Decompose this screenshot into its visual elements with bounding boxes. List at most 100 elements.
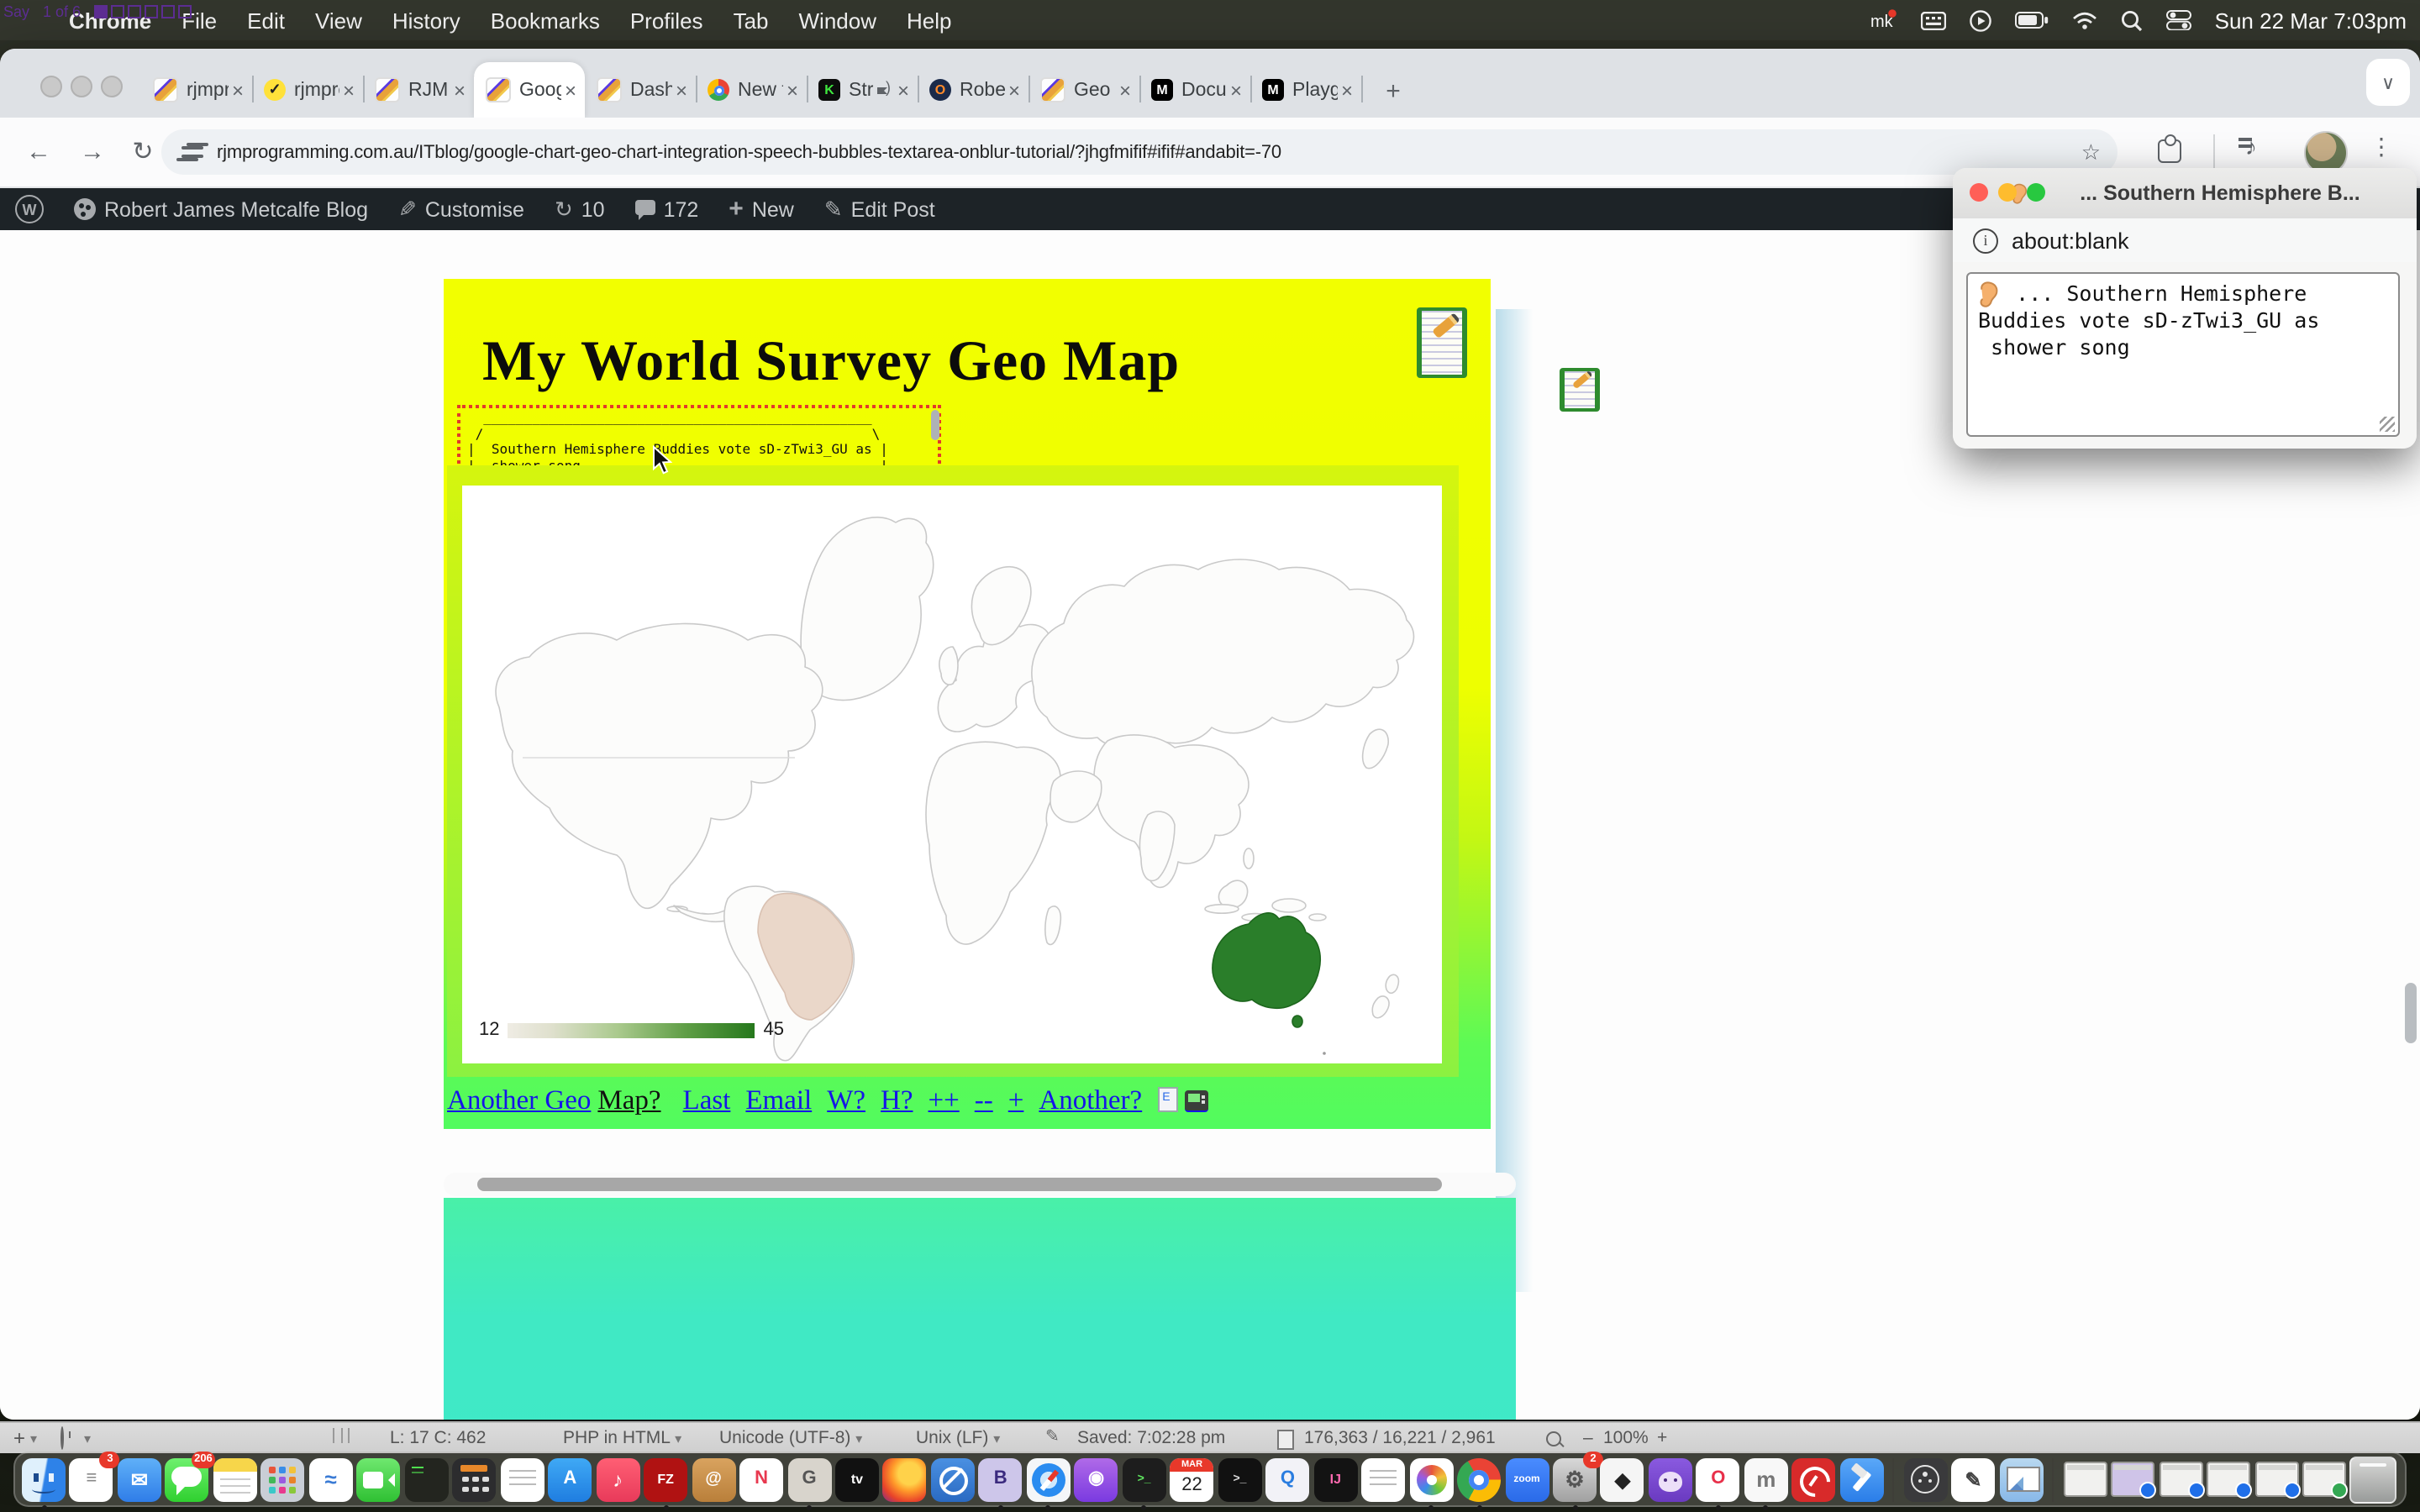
popup-textarea[interactable]: ... Southern Hemisphere Buddies vote sD-… — [1966, 272, 2400, 437]
wp-logo-menu[interactable]: W — [0, 188, 59, 230]
tab-playground[interactable]: MPlaygr× — [1250, 62, 1361, 118]
menu-window[interactable]: Window — [784, 8, 892, 33]
wp-edit-post[interactable]: ✎Edit Post — [809, 188, 950, 230]
zoom-out-button[interactable]: – — [1583, 1428, 1593, 1448]
close-tab-icon[interactable]: × — [1230, 78, 1242, 102]
dock-photo-viewer[interactable] — [1999, 1457, 2043, 1501]
dock-dark-utility[interactable] — [405, 1457, 449, 1501]
dock-launchpad[interactable] — [261, 1457, 305, 1501]
history-clock-icon[interactable] — [60, 1428, 64, 1448]
dock-stickies-notes[interactable]: ✎ — [1951, 1457, 1995, 1501]
dock-xcode[interactable] — [1840, 1457, 1884, 1501]
dock-music[interactable]: ♪ — [596, 1457, 639, 1501]
link-w[interactable]: W? — [827, 1084, 865, 1116]
dock-terminal-alt[interactable]: >_ — [1123, 1457, 1166, 1501]
tab-new-tab[interactable]: New ta× — [696, 62, 807, 118]
minimize-window-button[interactable] — [71, 76, 92, 97]
address-bar[interactable]: rjmprogramming.com.au/ITblog/google-char… — [161, 129, 2118, 175]
info-icon[interactable]: i — [1973, 228, 1998, 253]
dock-system-settings[interactable]: ⚙2 — [1553, 1457, 1597, 1501]
play-icon[interactable] — [1970, 9, 1991, 31]
dock-window-finder-3[interactable] — [2254, 1462, 2298, 1497]
tv-icon[interactable] — [1184, 1090, 1207, 1112]
wifi-icon[interactable] — [2072, 11, 2097, 29]
zoom-in-button[interactable]: + — [1657, 1428, 1667, 1448]
close-tab-icon[interactable]: × — [897, 78, 909, 102]
world-geo-map[interactable]: 12 45 — [462, 486, 1442, 1063]
close-tab-icon[interactable]: × — [1119, 78, 1131, 102]
wp-comments[interactable]: 172 — [620, 188, 714, 230]
dock-news[interactable]: N — [739, 1457, 783, 1501]
dock-contacts[interactable]: @ — [692, 1457, 735, 1501]
close-tab-icon[interactable]: × — [676, 78, 687, 102]
dock-accessibility[interactable] — [1904, 1457, 1948, 1501]
link-plusplus[interactable]: ++ — [929, 1084, 960, 1116]
magnifier-icon[interactable] — [1546, 1431, 1561, 1452]
dock-chrome[interactable] — [1457, 1457, 1501, 1501]
tab-robert[interactable]: ORobert× — [918, 62, 1028, 118]
dock-gauge-app[interactable] — [1792, 1457, 1836, 1501]
dock-facetime[interactable] — [357, 1457, 401, 1501]
dock-calculator[interactable] — [452, 1457, 496, 1501]
tab-geo-map[interactable]: Geo Ma× — [1028, 62, 1139, 118]
dock-window-document[interactable] — [2063, 1462, 2107, 1497]
keyboard-icon[interactable] — [1921, 11, 1946, 29]
close-tab-icon[interactable]: × — [343, 78, 355, 102]
media-controls-icon[interactable]: ♪ — [2245, 133, 2257, 160]
tab-rjmprogramming-1[interactable]: rjmprog× — [141, 62, 252, 118]
menu-profiles[interactable]: Profiles — [615, 8, 718, 33]
dock-pixel-art-app[interactable] — [1409, 1457, 1453, 1501]
dock-mamp[interactable]: m — [1744, 1457, 1788, 1501]
close-window-button[interactable] — [40, 76, 62, 97]
link-minusminus[interactable]: -- — [975, 1084, 993, 1116]
popup-minimize-button[interactable] — [1998, 183, 2017, 202]
spotlight-icon[interactable] — [2121, 9, 2143, 31]
horizontal-scrollbar-thumb[interactable] — [477, 1178, 1442, 1191]
textarea-resize-grip[interactable] — [2380, 417, 2395, 432]
popup-address-row[interactable]: i about:blank — [1953, 218, 2417, 264]
textarea-scrollbar-thumb[interactable] — [931, 410, 939, 440]
menu-clock[interactable]: Sun 22 Mar 7:03pm — [2215, 8, 2407, 33]
add-scope-button[interactable]: + — [13, 1426, 25, 1450]
bookmark-star-icon[interactable]: ☆ — [2081, 139, 2101, 165]
close-tab-icon[interactable]: × — [232, 78, 244, 102]
close-tab-icon[interactable]: × — [786, 78, 798, 102]
reload-button[interactable]: ↻ — [124, 133, 161, 170]
menu-history[interactable]: History — [377, 8, 476, 33]
battery-icon[interactable] — [2015, 12, 2049, 29]
dock-firefox[interactable] — [883, 1457, 927, 1501]
popup-zoom-button[interactable] — [2027, 183, 2045, 202]
close-tab-icon[interactable]: × — [1008, 78, 1020, 102]
wp-site-menu[interactable]: Robert James Metcalfe Blog — [59, 188, 383, 230]
page-scrollbar-thumb[interactable] — [2405, 983, 2417, 1043]
popup-title-bar[interactable]: ... Southern Hemisphere B... — [1953, 168, 2417, 220]
link-last[interactable]: Last — [683, 1084, 731, 1116]
dock-mail[interactable]: ✉ — [118, 1457, 161, 1501]
menu-tab[interactable]: Tab — [718, 8, 784, 33]
site-settings-icon[interactable] — [182, 143, 203, 161]
new-tab-button[interactable]: + — [1375, 72, 1412, 109]
mk-icon[interactable]: mk — [1870, 8, 1897, 32]
menu-view[interactable]: View — [300, 8, 377, 33]
dock-safari[interactable] — [1027, 1457, 1071, 1501]
menu-edit[interactable]: Edit — [232, 8, 300, 33]
dock-calendar[interactable]: MAR22 — [1171, 1457, 1214, 1501]
menu-help[interactable]: Help — [892, 8, 967, 33]
close-tab-icon[interactable]: × — [454, 78, 466, 102]
control-center-icon[interactable] — [2166, 10, 2191, 30]
dock-window-finder-1[interactable] — [2159, 1462, 2202, 1497]
link-h[interactable]: H? — [881, 1084, 913, 1116]
dock-cat-app[interactable] — [1649, 1457, 1692, 1501]
dock-window-purple[interactable] — [2111, 1462, 2154, 1497]
back-button[interactable]: ← — [20, 133, 57, 170]
dock-window-chrome[interactable] — [2302, 1462, 2346, 1497]
dock-filezilla[interactable]: FZ — [644, 1457, 687, 1501]
extensions-puzzle-icon[interactable] — [2158, 139, 2181, 163]
wp-customise[interactable]: ✎Customise — [383, 188, 539, 230]
dock-opera[interactable]: O — [1697, 1457, 1740, 1501]
language-selector[interactable]: PHP in HTML ▾ — [563, 1428, 681, 1448]
dock-terminal[interactable]: >_ — [1218, 1457, 1261, 1501]
encoding-selector[interactable]: Unicode (UTF-8) ▾ — [719, 1428, 862, 1448]
dock-freeform[interactable]: ≈ — [309, 1457, 353, 1501]
tab-document[interactable]: MDocum× — [1139, 62, 1250, 118]
